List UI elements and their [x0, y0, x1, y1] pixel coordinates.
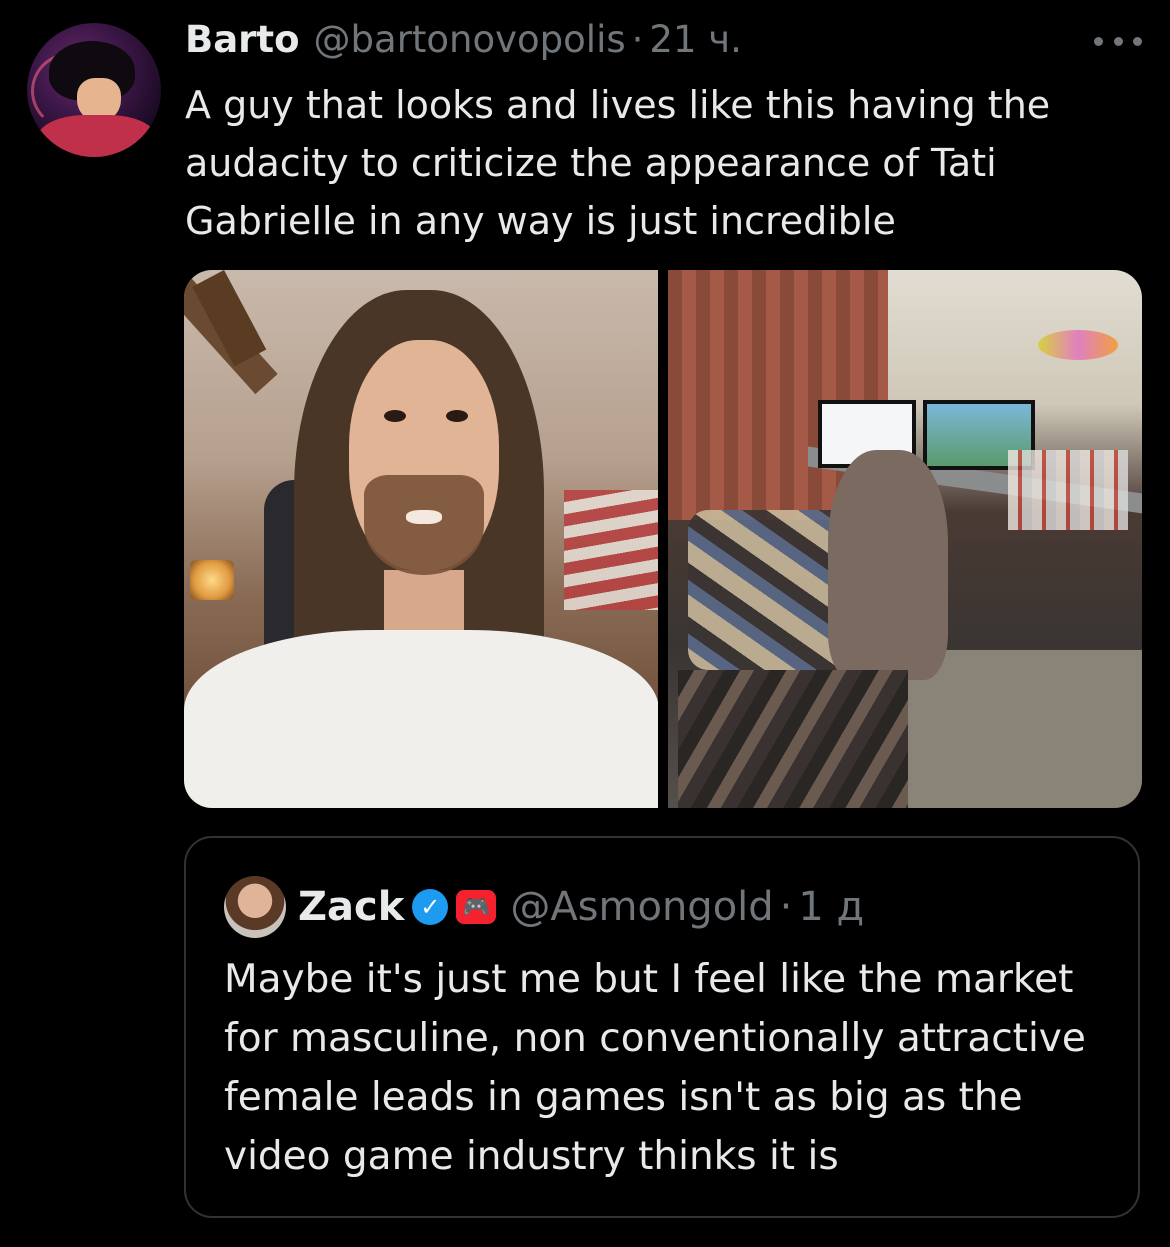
verified-badge-icon: ✓: [412, 889, 449, 925]
quote-header-separator: ·: [779, 884, 793, 930]
avatar-coat: [37, 115, 157, 157]
dot: [1133, 36, 1142, 46]
tweet-timestamp[interactable]: 21 ч.: [649, 18, 741, 61]
tweet-header: Barto @bartonovopolis · 21 ч.: [185, 18, 742, 68]
mouth: [406, 510, 442, 524]
cups-clutter: [1008, 450, 1128, 530]
tweet[interactable]: Barto @bartonovopolis · 21 ч. A guy that…: [0, 0, 1170, 1247]
quote-timestamp[interactable]: 1 д: [798, 884, 864, 930]
white-shirt: [184, 630, 658, 808]
tweet-text: A guy that looks and lives like this hav…: [185, 83, 1051, 243]
quote-author-avatar[interactable]: [224, 876, 286, 938]
flag: [564, 490, 658, 610]
author-avatar[interactable]: [27, 23, 161, 157]
armchair: [828, 450, 948, 680]
floor-clutter: [678, 670, 908, 808]
colorful-lamp: [1038, 330, 1118, 360]
author-name[interactable]: Barto: [185, 18, 300, 61]
dot: [1113, 36, 1123, 46]
eye: [446, 410, 468, 422]
eye: [384, 410, 406, 422]
photo-man-portrait[interactable]: [184, 270, 658, 808]
media-grid: [184, 270, 1142, 808]
dot: [1094, 36, 1103, 46]
quote-text: Maybe it's just me but I feel like the m…: [224, 957, 1086, 1179]
quote-header: Zack ✓ 🎮 @Asmongold · 1 д: [298, 878, 864, 936]
gamepad-affiliate-icon[interactable]: 🎮: [456, 890, 497, 924]
author-handle[interactable]: @bartonovopolis: [314, 18, 626, 61]
quote-author-name[interactable]: Zack: [298, 884, 404, 930]
lamp: [190, 560, 234, 600]
beard: [364, 475, 484, 575]
quote-author-handle[interactable]: @Asmongold: [510, 884, 773, 930]
photo-messy-room[interactable]: [668, 270, 1142, 808]
ellipsis-icon[interactable]: [1094, 26, 1142, 56]
quoted-tweet[interactable]: Zack ✓ 🎮 @Asmongold · 1 д Maybe it's jus…: [184, 836, 1140, 1218]
header-separator: ·: [631, 18, 644, 61]
